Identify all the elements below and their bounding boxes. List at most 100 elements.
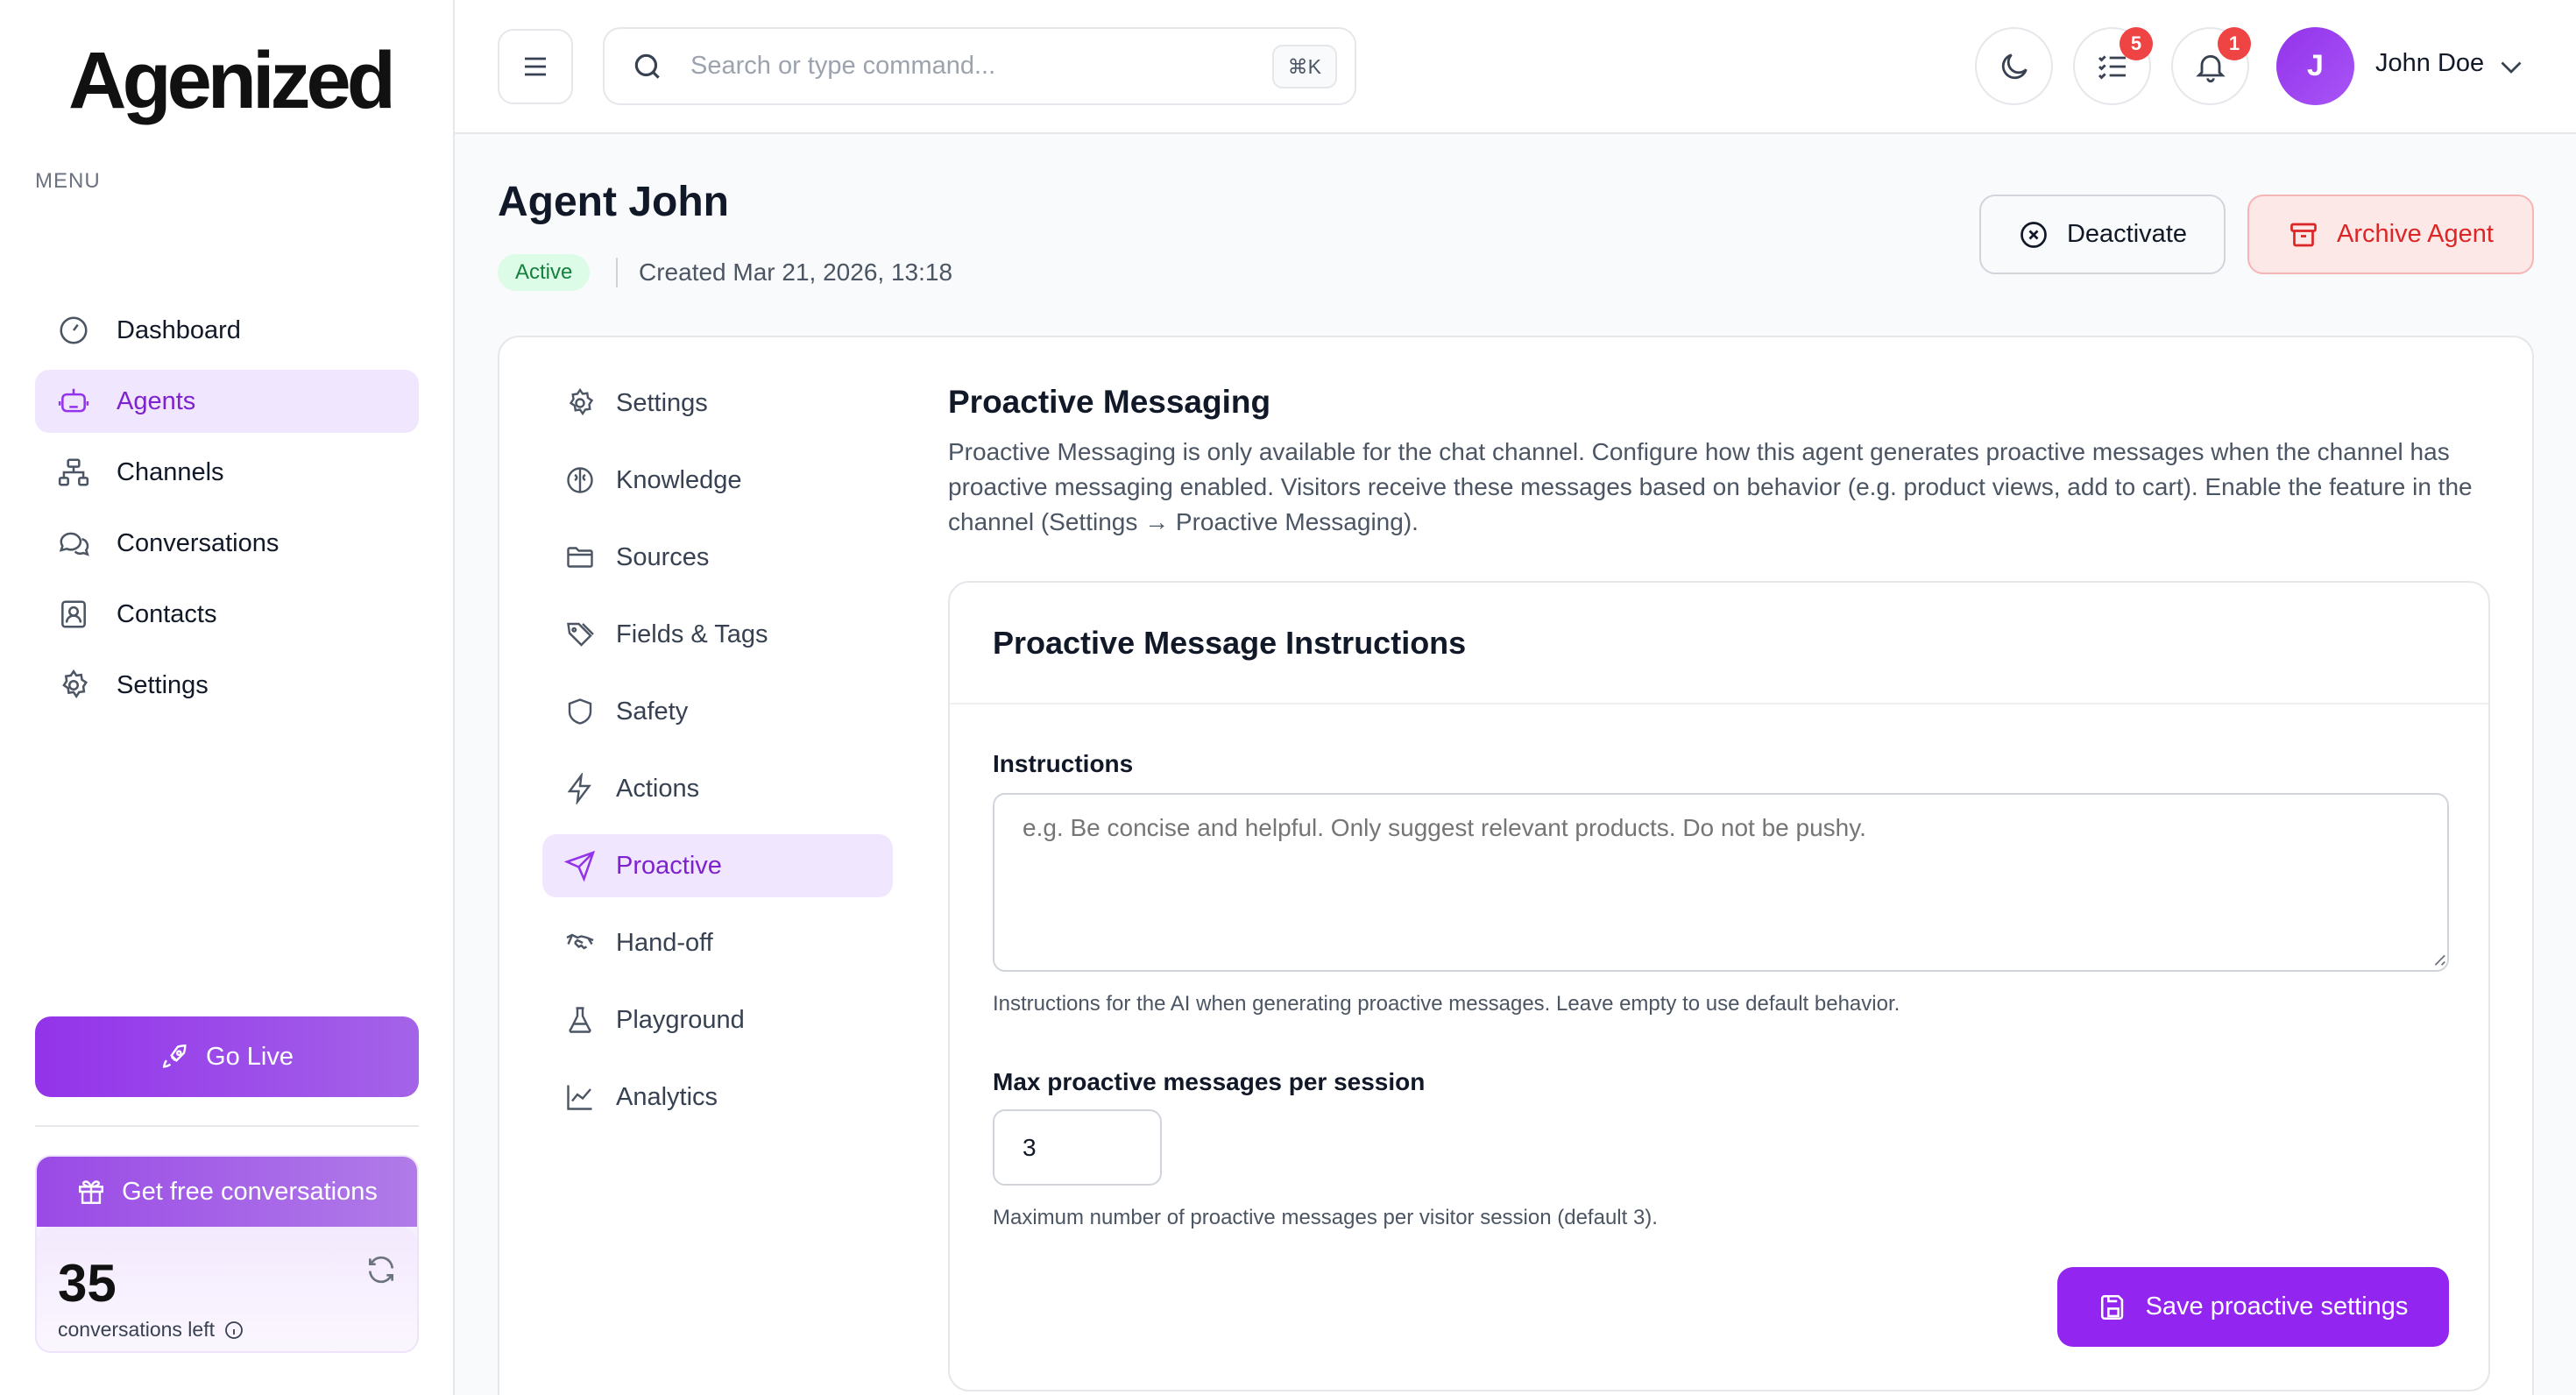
search-bar[interactable]: Search or type command... ⌘K <box>603 27 1356 105</box>
rocket-icon <box>162 1044 187 1068</box>
tab-sources[interactable]: Sources <box>542 526 893 589</box>
sidebar-item-dashboard[interactable]: Dashboard <box>35 299 419 362</box>
max-messages-label: Max proactive messages per session <box>993 1068 1426 1095</box>
tab-label: Proactive <box>616 851 722 880</box>
header-separator <box>616 258 618 287</box>
search-input[interactable]: Search or type command... <box>690 52 995 81</box>
shield-icon <box>563 695 597 728</box>
archive-agent-button[interactable]: Archive Agent <box>2247 195 2534 274</box>
tab-label: Knowledge <box>616 465 742 494</box>
tab-fields-tags[interactable]: Fields & Tags <box>542 603 893 666</box>
close-circle-icon <box>2020 221 2047 248</box>
max-messages-input[interactable]: 3 <box>993 1109 1162 1186</box>
robot-icon <box>56 384 91 419</box>
section-title: Proactive Messaging <box>948 384 1271 420</box>
sidebar-item-channels[interactable]: Channels <box>35 441 419 504</box>
dashboard-gauge-icon <box>56 313 91 348</box>
instructions-textarea[interactable] <box>993 793 2449 972</box>
free-conversations-label: Get free conversations <box>122 1177 378 1206</box>
tasks-count-badge: 5 <box>2120 27 2153 60</box>
tab-playground[interactable]: Playground <box>542 988 893 1052</box>
gear-icon <box>563 386 597 420</box>
notifications-count-badge: 1 <box>2218 27 2251 60</box>
user-name[interactable]: John Doe <box>2375 49 2484 78</box>
sidebar-item-agents[interactable]: Agents <box>35 370 419 433</box>
refresh-icon[interactable] <box>364 1253 398 1286</box>
tab-label: Analytics <box>616 1082 718 1111</box>
notifications-button[interactable]: 1 <box>2171 27 2251 105</box>
menu-label: MENU <box>35 169 101 193</box>
sidebar-item-conversations[interactable]: Conversations <box>35 512 419 575</box>
status-badge: Active <box>498 254 591 291</box>
free-conversations-card: Get free conversations 35 conversations … <box>35 1155 419 1353</box>
info-icon[interactable] <box>223 1320 244 1341</box>
sitemap-icon <box>56 455 91 490</box>
instructions-help-text: Instructions for the AI when generating … <box>993 992 1900 1016</box>
tab-analytics[interactable]: Analytics <box>542 1066 893 1129</box>
sidebar-item-label: Dashboard <box>117 315 241 344</box>
sidebar-item-label: Contacts <box>117 599 217 628</box>
tasks-button[interactable]: 5 <box>2073 27 2153 105</box>
sidebar-item-settings[interactable]: Settings <box>35 654 419 717</box>
avatar[interactable]: J <box>2276 27 2354 105</box>
tab-safety[interactable]: Safety <box>542 680 893 743</box>
handshake-icon <box>563 926 597 960</box>
chevron-down-icon[interactable] <box>2495 51 2527 82</box>
resize-handle-icon[interactable] <box>2431 951 2446 967</box>
proactive-instructions-card: Proactive Message Instructions Instructi… <box>948 581 2490 1391</box>
deactivate-label: Deactivate <box>2066 220 2187 248</box>
hamburger-icon <box>525 57 546 76</box>
go-live-button[interactable]: Go Live <box>35 1016 419 1097</box>
tab-label: Fields & Tags <box>616 620 768 648</box>
deactivate-button[interactable]: Deactivate <box>1979 195 2226 274</box>
line-chart-icon <box>563 1080 597 1114</box>
sidebar-item-label: Channels <box>117 457 224 486</box>
brand-logo[interactable]: Agenized <box>68 35 396 127</box>
sidebar-item-contacts[interactable]: Contacts <box>35 583 419 646</box>
section-description: Proactive Messaging is only available fo… <box>948 438 2473 535</box>
chat-bubbles-icon <box>56 526 91 561</box>
tab-label: Sources <box>616 542 710 571</box>
archive-agent-label: Archive Agent <box>2337 220 2494 248</box>
tab-label: Playground <box>616 1005 745 1034</box>
agent-subnav: Settings Knowledge Sources Fields & Tags… <box>542 372 893 1143</box>
go-live-label: Go Live <box>206 1042 294 1071</box>
save-proactive-settings-label: Save proactive settings <box>2145 1292 2409 1321</box>
app-root: Agenized MENU Dashboard Agents Channels <box>0 0 2576 1395</box>
keyboard-shortcut-hint: ⌘K <box>1271 45 1337 89</box>
folder-icon <box>563 541 597 574</box>
tab-label: Actions <box>616 774 700 803</box>
search-icon <box>634 53 660 79</box>
topbar: Search or type command... ⌘K 5 1 J John … <box>455 0 2576 134</box>
moon-icon <box>2001 53 2028 79</box>
tab-label: Safety <box>616 697 689 726</box>
save-proactive-settings-button[interactable]: Save proactive settings <box>2057 1267 2449 1347</box>
menu-toggle-button[interactable] <box>498 29 573 104</box>
send-icon <box>563 849 597 882</box>
tab-hand-off[interactable]: Hand-off <box>542 911 893 974</box>
get-free-conversations-button[interactable]: Get free conversations <box>37 1157 417 1227</box>
conversations-left-subtitle: conversations left <box>58 1318 244 1342</box>
flask-icon <box>563 1003 597 1037</box>
tab-actions[interactable]: Actions <box>542 757 893 820</box>
tags-icon <box>563 618 597 651</box>
tab-label: Hand-off <box>616 928 713 957</box>
tab-proactive[interactable]: Proactive <box>542 834 893 897</box>
gift-icon <box>79 1180 104 1204</box>
created-timestamp: Created Mar 21, 2026, 13:18 <box>639 258 953 286</box>
card-title: Proactive Message Instructions <box>950 583 2488 705</box>
sidebar-item-label: Conversations <box>117 528 280 557</box>
tab-label: Settings <box>616 388 708 417</box>
sidebar-item-label: Agents <box>117 386 196 415</box>
sidebar-divider <box>35 1125 419 1127</box>
instructions-label: Instructions <box>993 750 1134 777</box>
contact-card-icon <box>56 597 91 632</box>
tab-settings[interactable]: Settings <box>542 372 893 435</box>
lightning-icon <box>563 772 597 805</box>
theme-toggle-button[interactable] <box>1975 27 2053 105</box>
max-messages-help-text: Maximum number of proactive messages per… <box>993 1206 1658 1229</box>
tab-knowledge[interactable]: Knowledge <box>542 449 893 512</box>
free-conversations-body: 35 conversations left <box>37 1227 417 1351</box>
page-title: Agent John <box>498 179 729 225</box>
brain-icon <box>563 464 597 497</box>
